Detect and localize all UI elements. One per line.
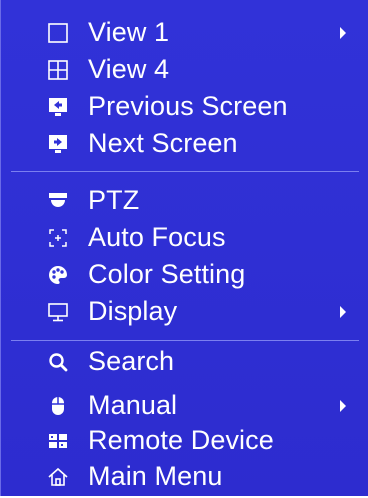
menu-item-label: Previous Screen: [88, 90, 288, 121]
menu-item-label: Manual: [88, 389, 178, 420]
menu-item-label: View 4: [88, 53, 170, 84]
submenu-arrow-icon: [340, 400, 346, 412]
menu-item-ptz[interactable]: PTZ: [1, 180, 368, 222]
mouse-icon: [47, 395, 69, 417]
auto-focus-icon: [47, 227, 69, 249]
menu-item-label: Remote Device: [88, 424, 274, 455]
menu-item-label: Search: [88, 345, 175, 376]
palette-icon: [47, 264, 69, 286]
context-menu: View 1 View 4 Previous Screen Next Scree…: [0, 0, 368, 496]
ptz-dome-icon: [47, 190, 69, 212]
menu-item-previous-screen[interactable]: Previous Screen: [1, 86, 368, 128]
menu-item-search[interactable]: Search: [1, 341, 368, 383]
menu-item-label: View 1: [88, 16, 170, 47]
previous-screen-icon: [47, 96, 69, 118]
menu-item-color-setting[interactable]: Color Setting: [1, 254, 368, 296]
menu-item-main-menu[interactable]: Main Menu: [1, 456, 368, 498]
search-icon: [47, 351, 69, 373]
menu-item-label: Main Menu: [88, 460, 223, 491]
menu-item-display[interactable]: Display: [1, 291, 368, 333]
menu-item-next-screen[interactable]: Next Screen: [1, 123, 368, 165]
remote-device-icon: [47, 430, 69, 452]
menu-item-label: Next Screen: [88, 127, 238, 158]
menu-item-label: Display: [88, 295, 178, 326]
submenu-arrow-icon: [340, 27, 346, 39]
menu-item-label: PTZ: [88, 184, 140, 215]
menu-separator: [11, 171, 359, 172]
next-screen-icon: [47, 133, 69, 155]
menu-item-label: Color Setting: [88, 258, 246, 289]
submenu-arrow-icon: [340, 306, 346, 318]
menu-item-auto-focus[interactable]: Auto Focus: [1, 217, 368, 259]
square-outline-icon: [47, 22, 69, 44]
menu-item-label: Auto Focus: [88, 221, 226, 252]
menu-item-view-1[interactable]: View 1: [1, 12, 368, 54]
home-icon: [47, 466, 69, 488]
menu-item-view-4[interactable]: View 4: [1, 49, 368, 91]
monitor-icon: [47, 301, 69, 323]
quad-grid-icon: [47, 59, 69, 81]
